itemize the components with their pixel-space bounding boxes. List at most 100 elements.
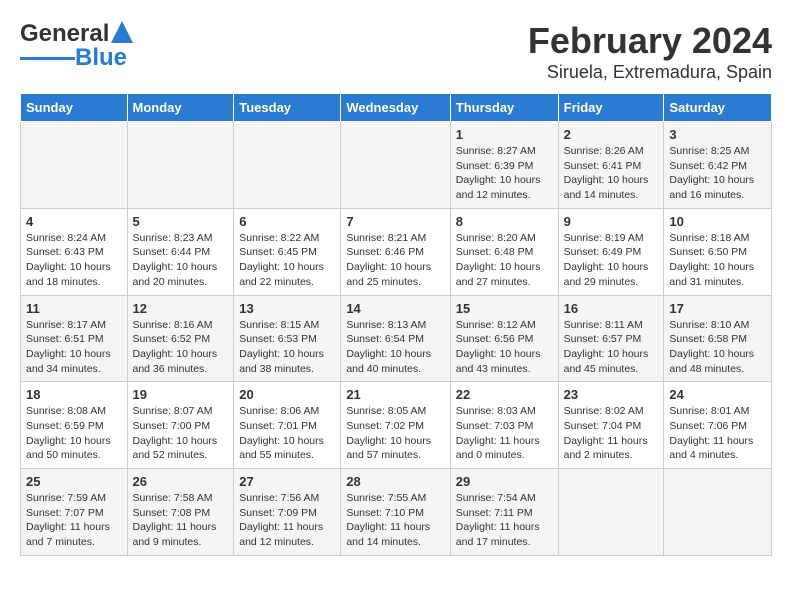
day-number: 7 bbox=[346, 214, 444, 229]
calendar-cell bbox=[341, 122, 450, 209]
day-info: Sunrise: 8:15 AM Sunset: 6:53 PM Dayligh… bbox=[239, 318, 335, 377]
day-info: Sunrise: 8:02 AM Sunset: 7:04 PM Dayligh… bbox=[564, 404, 659, 463]
day-number: 22 bbox=[456, 387, 553, 402]
day-number: 13 bbox=[239, 301, 335, 316]
day-number: 18 bbox=[26, 387, 122, 402]
day-info: Sunrise: 8:25 AM Sunset: 6:42 PM Dayligh… bbox=[669, 144, 766, 203]
column-header-saturday: Saturday bbox=[664, 94, 772, 122]
calendar-cell: 22 Sunrise: 8:03 AM Sunset: 7:03 PM Dayli… bbox=[450, 382, 558, 469]
calendar-cell: 9Sunrise: 8:19 AM Sunset: 6:49 PM Daylig… bbox=[558, 208, 664, 295]
day-info: Sunrise: 7:54 AM Sunset: 7:11 PM Dayligh… bbox=[456, 491, 553, 550]
day-number: 5 bbox=[133, 214, 229, 229]
calendar-cell: 3Sunrise: 8:25 AM Sunset: 6:42 PM Daylig… bbox=[664, 122, 772, 209]
calendar-cell: 14Sunrise: 8:13 AM Sunset: 6:54 PM Dayli… bbox=[341, 295, 450, 382]
day-info: Sunrise: 7:59 AM Sunset: 7:07 PM Dayligh… bbox=[26, 491, 122, 550]
day-info: Sunrise: 8:11 AM Sunset: 6:57 PM Dayligh… bbox=[564, 318, 659, 377]
day-info: Sunrise: 7:55 AM Sunset: 7:10 PM Dayligh… bbox=[346, 491, 444, 550]
calendar-cell: 23 Sunrise: 8:02 AM Sunset: 7:04 PM Dayli… bbox=[558, 382, 664, 469]
calendar-cell: 24 Sunrise: 8:01 AM Sunset: 7:06 PM Dayli… bbox=[664, 382, 772, 469]
day-info: Sunrise: 8:05 AM Sunset: 7:02 PM Dayligh… bbox=[346, 404, 444, 463]
calendar-cell: 13 Sunrise: 8:15 AM Sunset: 6:53 PM Dayli… bbox=[234, 295, 341, 382]
day-number: 14 bbox=[346, 301, 444, 316]
day-number: 16 bbox=[564, 301, 659, 316]
day-number: 9 bbox=[564, 214, 659, 229]
day-number: 24 bbox=[669, 387, 766, 402]
logo-icon bbox=[111, 21, 133, 43]
day-info: Sunrise: 8:23 AM Sunset: 6:44 PM Dayligh… bbox=[133, 231, 229, 290]
calendar-cell: 11 Sunrise: 8:17 AM Sunset: 6:51 PM Dayli… bbox=[21, 295, 128, 382]
day-info: Sunrise: 8:20 AM Sunset: 6:48 PM Dayligh… bbox=[456, 231, 553, 290]
day-info: Sunrise: 8:26 AM Sunset: 6:41 PM Dayligh… bbox=[564, 144, 659, 203]
day-number: 21 bbox=[346, 387, 444, 402]
day-number: 10 bbox=[669, 214, 766, 229]
day-number: 11 bbox=[26, 301, 122, 316]
day-info: Sunrise: 8:03 AM Sunset: 7:03 PM Dayligh… bbox=[456, 404, 553, 463]
day-number: 8 bbox=[456, 214, 553, 229]
column-header-sunday: Sunday bbox=[21, 94, 128, 122]
day-info: Sunrise: 8:18 AM Sunset: 6:50 PM Dayligh… bbox=[669, 231, 766, 290]
day-info: Sunrise: 8:16 AM Sunset: 6:52 PM Dayligh… bbox=[133, 318, 229, 377]
calendar-cell: 29 Sunrise: 7:54 AM Sunset: 7:11 PM Dayli… bbox=[450, 469, 558, 556]
location-subtitle: Siruela, Extremadura, Spain bbox=[528, 62, 772, 83]
day-number: 27 bbox=[239, 474, 335, 489]
calendar-cell bbox=[21, 122, 128, 209]
calendar-cell: 17 Sunrise: 8:10 AM Sunset: 6:58 PM Dayli… bbox=[664, 295, 772, 382]
day-number: 17 bbox=[669, 301, 766, 316]
header-row: SundayMondayTuesdayWednesdayThursdayFrid… bbox=[21, 94, 772, 122]
page-header: General Blue February 2024 Siruela, Extr… bbox=[20, 20, 772, 83]
day-info: Sunrise: 8:07 AM Sunset: 7:00 PM Dayligh… bbox=[133, 404, 229, 463]
column-header-friday: Friday bbox=[558, 94, 664, 122]
logo: General Blue bbox=[20, 20, 133, 72]
calendar-cell: 1 Sunrise: 8:27 AM Sunset: 6:39 PM Daylig… bbox=[450, 122, 558, 209]
day-number: 2 bbox=[564, 127, 659, 142]
week-row-5: 25 Sunrise: 7:59 AM Sunset: 7:07 PM Dayli… bbox=[21, 469, 772, 556]
calendar-cell: 4 Sunrise: 8:24 AM Sunset: 6:43 PM Daylig… bbox=[21, 208, 128, 295]
calendar-cell: 16 Sunrise: 8:11 AM Sunset: 6:57 PM Dayli… bbox=[558, 295, 664, 382]
title-block: February 2024 Siruela, Extremadura, Spai… bbox=[528, 20, 772, 83]
day-number: 4 bbox=[26, 214, 122, 229]
calendar-cell: 21 Sunrise: 8:05 AM Sunset: 7:02 PM Dayli… bbox=[341, 382, 450, 469]
week-row-3: 11 Sunrise: 8:17 AM Sunset: 6:51 PM Dayli… bbox=[21, 295, 772, 382]
day-number: 19 bbox=[133, 387, 229, 402]
calendar-cell: 25 Sunrise: 7:59 AM Sunset: 7:07 PM Dayli… bbox=[21, 469, 128, 556]
calendar-cell bbox=[234, 122, 341, 209]
logo-blue: Blue bbox=[75, 44, 127, 72]
day-number: 26 bbox=[133, 474, 229, 489]
calendar-cell: 28 Sunrise: 7:55 AM Sunset: 7:10 PM Dayli… bbox=[341, 469, 450, 556]
calendar-cell: 20 Sunrise: 8:06 AM Sunset: 7:01 PM Dayli… bbox=[234, 382, 341, 469]
week-row-1: 1 Sunrise: 8:27 AM Sunset: 6:39 PM Daylig… bbox=[21, 122, 772, 209]
week-row-4: 18 Sunrise: 8:08 AM Sunset: 6:59 PM Dayli… bbox=[21, 382, 772, 469]
calendar-cell: 7Sunrise: 8:21 AM Sunset: 6:46 PM Daylig… bbox=[341, 208, 450, 295]
calendar-cell: 26Sunrise: 7:58 AM Sunset: 7:08 PM Dayli… bbox=[127, 469, 234, 556]
day-number: 6 bbox=[239, 214, 335, 229]
calendar-cell: 18 Sunrise: 8:08 AM Sunset: 6:59 PM Dayli… bbox=[21, 382, 128, 469]
day-number: 23 bbox=[564, 387, 659, 402]
day-info: Sunrise: 8:27 AM Sunset: 6:39 PM Dayligh… bbox=[456, 144, 553, 203]
calendar-cell: 19 Sunrise: 8:07 AM Sunset: 7:00 PM Dayli… bbox=[127, 382, 234, 469]
calendar-cell: 8 Sunrise: 8:20 AM Sunset: 6:48 PM Daylig… bbox=[450, 208, 558, 295]
day-info: Sunrise: 8:10 AM Sunset: 6:58 PM Dayligh… bbox=[669, 318, 766, 377]
day-number: 25 bbox=[26, 474, 122, 489]
month-year-title: February 2024 bbox=[528, 20, 772, 62]
day-info: Sunrise: 8:22 AM Sunset: 6:45 PM Dayligh… bbox=[239, 231, 335, 290]
day-number: 28 bbox=[346, 474, 444, 489]
day-number: 20 bbox=[239, 387, 335, 402]
column-header-monday: Monday bbox=[127, 94, 234, 122]
day-info: Sunrise: 8:12 AM Sunset: 6:56 PM Dayligh… bbox=[456, 318, 553, 377]
day-number: 1 bbox=[456, 127, 553, 142]
calendar-cell: 10 Sunrise: 8:18 AM Sunset: 6:50 PM Dayli… bbox=[664, 208, 772, 295]
calendar-cell bbox=[664, 469, 772, 556]
calendar-cell: 5 Sunrise: 8:23 AM Sunset: 6:44 PM Daylig… bbox=[127, 208, 234, 295]
day-info: Sunrise: 8:08 AM Sunset: 6:59 PM Dayligh… bbox=[26, 404, 122, 463]
column-header-tuesday: Tuesday bbox=[234, 94, 341, 122]
column-header-wednesday: Wednesday bbox=[341, 94, 450, 122]
day-info: Sunrise: 8:24 AM Sunset: 6:43 PM Dayligh… bbox=[26, 231, 122, 290]
calendar-cell: 12Sunrise: 8:16 AM Sunset: 6:52 PM Dayli… bbox=[127, 295, 234, 382]
calendar-table: SundayMondayTuesdayWednesdayThursdayFrid… bbox=[20, 93, 772, 556]
calendar-cell bbox=[127, 122, 234, 209]
day-info: Sunrise: 8:17 AM Sunset: 6:51 PM Dayligh… bbox=[26, 318, 122, 377]
day-info: Sunrise: 8:01 AM Sunset: 7:06 PM Dayligh… bbox=[669, 404, 766, 463]
day-number: 29 bbox=[456, 474, 553, 489]
day-info: Sunrise: 8:06 AM Sunset: 7:01 PM Dayligh… bbox=[239, 404, 335, 463]
calendar-cell: 2 Sunrise: 8:26 AM Sunset: 6:41 PM Daylig… bbox=[558, 122, 664, 209]
